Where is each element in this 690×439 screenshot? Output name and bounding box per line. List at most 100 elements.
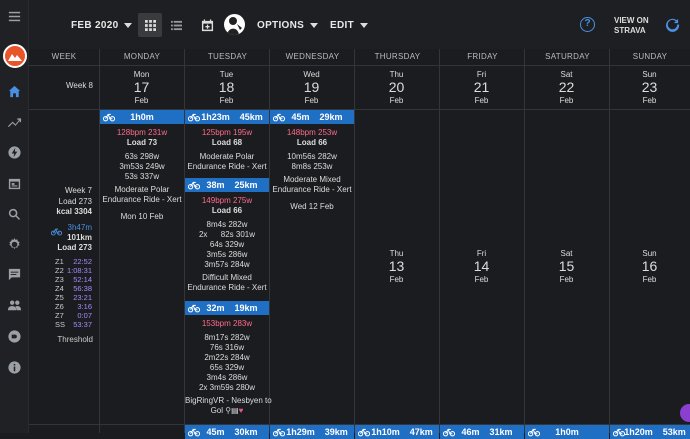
chat-icon[interactable] (0, 263, 29, 285)
activity-card-tuesday-1[interactable]: 1h23m 45km 125bpm 195w Load 68 Moderate P… (185, 110, 269, 172)
interval: 53s 337w (124, 172, 160, 181)
day-cell-header[interactable]: Tue 18 Feb (184, 70, 269, 105)
activity-name: Moderate Mixed (283, 175, 341, 184)
calendar-list-icon[interactable] (0, 172, 29, 194)
activity-card[interactable]: 1h10m 47km (355, 425, 439, 439)
bike-icon (358, 428, 370, 437)
day-cell-header[interactable]: Fri 21 Feb (439, 70, 524, 105)
activity-distance: 39km (324, 427, 348, 437)
day-cell-header[interactable]: Thu 13 Feb (354, 249, 439, 284)
col-header-thursday: THURSDAY (374, 52, 421, 61)
interval: 64s 329w (209, 240, 245, 249)
activity-bar[interactable]: 46m 31km (440, 425, 524, 439)
grid-icon (144, 19, 156, 31)
day-cell-header[interactable]: Wed 19 Feb (269, 70, 354, 105)
day-cell-header[interactable]: Sat 22 Feb (524, 70, 609, 105)
activity-bar[interactable]: 1h0m (100, 110, 184, 124)
bike-icon (103, 113, 115, 122)
activity-card-tuesday-3[interactable]: 32m 19km 153bpm 283w 8m17s 282w 76s 316w … (185, 301, 272, 416)
activity-card-monday[interactable]: 1h0m 128bpm 231w Load 73 63s 298w 3m53s … (100, 110, 184, 222)
activity-card-wednesday[interactable]: 45m 29km 148bpm 253w Load 66 10m56s 282w … (270, 110, 354, 212)
broken-heart-icon: ♥ (238, 406, 244, 415)
activity-time: 1h10m (371, 427, 400, 437)
activity-card[interactable]: 46m 31km (440, 425, 524, 439)
activity-bar[interactable]: 1h20m 53km (610, 425, 690, 439)
day-cell-header[interactable]: Fri 14 Feb (439, 249, 524, 284)
day-label: Mon 10 Feb (120, 212, 164, 221)
day-cell-header[interactable]: Thu 20 Feb (354, 70, 439, 105)
interval: 2m22s 284w (204, 353, 250, 362)
week-load: Load 273 (58, 196, 92, 206)
activity-bar[interactable]: 45m 30km (185, 425, 269, 439)
activity-distance: 31km (489, 427, 513, 437)
activity-load: Load 66 (211, 206, 243, 215)
power: 275w (233, 196, 253, 205)
settings-icon[interactable] (0, 233, 29, 255)
bike-icon (188, 181, 200, 190)
options-menu[interactable]: OPTIONS (257, 14, 319, 36)
activity-load: Load 73 (126, 138, 158, 147)
activity-card-tuesday-2[interactable]: 38m 25km 149bpm 275w Load 66 8m4s 282w 2x… (185, 178, 269, 293)
divider (609, 49, 610, 433)
help-icon[interactable]: ? (580, 17, 595, 32)
zone-value: 22:52 (73, 257, 92, 266)
interval: 8m8s 253w (291, 162, 333, 171)
view-on-strava-link[interactable]: VIEW ON STRAVA (614, 16, 649, 36)
divider (269, 49, 270, 433)
col-header-saturday: SATURDAY (545, 52, 590, 61)
power-icon[interactable] (0, 141, 29, 163)
interval: 63s 298w (124, 152, 160, 161)
grid-view-button[interactable] (138, 13, 162, 37)
zone-value: 0:07 (77, 311, 92, 320)
day-name: Thu (389, 249, 404, 258)
month-selector[interactable]: FEB 2020 (71, 14, 133, 36)
week-7-summary: Week 7 Load 273 kcal 3304 (29, 186, 98, 218)
activity-distance: 45km (239, 112, 263, 122)
day-name: Wed (303, 70, 320, 79)
day-cell-header[interactable]: Sun 23 Feb (609, 70, 690, 105)
activity-bar[interactable]: 32m 19km (185, 301, 269, 315)
activity-bar[interactable]: 1h29m 39km (270, 425, 354, 439)
activity-name: Endurance Ride - Xert (187, 162, 267, 171)
divider (354, 49, 355, 433)
athlete-avatar[interactable] (224, 14, 245, 35)
activity-bar[interactable]: 45m 29km (270, 110, 354, 124)
day-cell-header[interactable]: Mon 17 Feb (99, 70, 184, 105)
activity-bar[interactable]: 1h0m (525, 425, 609, 439)
refresh-icon[interactable] (665, 17, 680, 37)
edit-label: EDIT (330, 19, 354, 31)
col-header-monday: MONDAY (123, 52, 161, 61)
activity-card[interactable]: 1h20m 53km (610, 425, 690, 439)
home-icon[interactable] (0, 80, 29, 102)
top-toolbar: FEB 2020 OPTIONS EDIT ? VIEW ON STRAVA (29, 0, 690, 49)
day-date: 13 (388, 258, 405, 274)
sidebar (0, 0, 29, 433)
search-icon[interactable] (0, 203, 29, 225)
activity-time: 1h0m (555, 427, 579, 437)
menu-icon[interactable] (0, 5, 29, 27)
activity-card[interactable]: 1h0m (525, 425, 609, 439)
activity-time: 45m (291, 112, 310, 122)
activity-card[interactable]: 1h29m 39km (270, 425, 354, 439)
trending-icon[interactable] (0, 111, 29, 133)
info-icon[interactable] (0, 356, 29, 378)
interval: 2x 3m59s 280w (198, 383, 256, 392)
day-name: Sun (642, 249, 657, 258)
discord-icon[interactable] (0, 325, 29, 347)
day-cell-header[interactable]: Sat 15 Feb (524, 249, 609, 284)
activity-load: Load 66 (296, 138, 328, 147)
people-icon[interactable] (0, 294, 29, 316)
day-month: Feb (219, 96, 234, 105)
app-logo-icon[interactable] (3, 44, 27, 68)
activity-card[interactable]: 45m 30km (185, 425, 269, 439)
activity-bar[interactable]: 1h10m 47km (355, 425, 439, 439)
add-event-button[interactable] (195, 13, 219, 37)
day-cell-header[interactable]: Sun 16 Feb (609, 249, 690, 284)
bike-icon (188, 113, 200, 122)
activity-bar[interactable]: 1h23m 45km (185, 110, 269, 124)
activity-time: 32m (206, 303, 225, 313)
list-view-button[interactable] (164, 13, 188, 37)
activity-bar[interactable]: 38m 25km (185, 178, 269, 192)
edit-menu[interactable]: EDIT (330, 14, 368, 36)
day-name: Sat (560, 70, 573, 79)
